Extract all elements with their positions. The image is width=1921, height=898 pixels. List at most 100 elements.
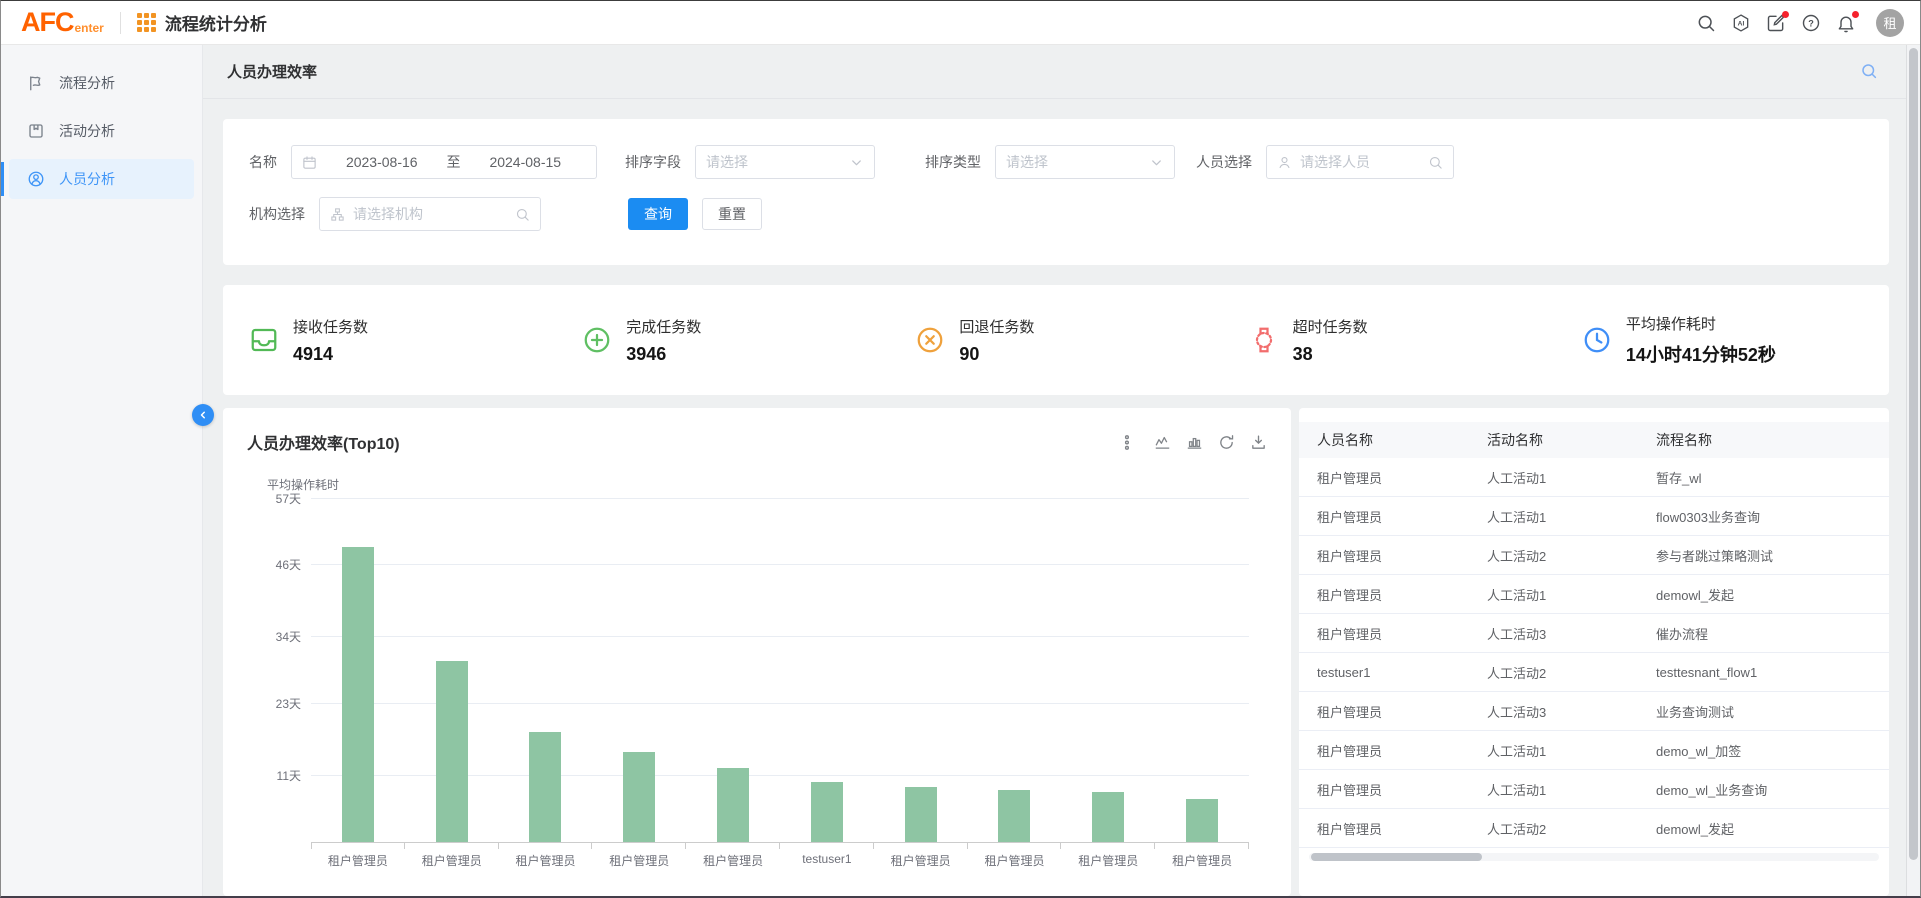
sidebar-item-personnel-analysis[interactable]: 人员分析 <box>1 159 202 199</box>
watch-icon <box>1249 325 1279 355</box>
chart-bar <box>436 661 468 842</box>
sidebar-item-label: 人员分析 <box>59 169 115 189</box>
table-row: 租户管理员人工活动2参与者跳过策略测试 <box>1299 536 1889 575</box>
bar-slot <box>874 499 968 842</box>
table-cell: demowl_发起 <box>1656 819 1889 838</box>
stat-completed-tasks: 完成任务数 3946 <box>556 316 889 365</box>
page-title-bar: 人员办理效率 <box>203 45 1906 99</box>
table-cell: 人工活动1 <box>1487 780 1656 799</box>
chart-bar <box>905 787 937 842</box>
sidebar-item-label: 流程分析 <box>59 73 115 93</box>
data-view-icon[interactable] <box>1122 434 1139 451</box>
person-input[interactable] <box>1300 154 1420 170</box>
app-window: AFC enter 流程统计分析 AI ? 租 <box>0 0 1921 898</box>
logo-text-main: AFC <box>21 9 74 36</box>
compose-icon[interactable] <box>1765 12 1787 34</box>
table-cell: 租户管理员 <box>1317 741 1487 760</box>
scrollbar-thumb[interactable] <box>1909 48 1918 860</box>
stat-label: 接收任务数 <box>293 316 368 337</box>
sort-field-label: 排序字段 <box>625 152 681 172</box>
sort-field-group: 排序字段 请选择 <box>625 145 875 179</box>
reset-button[interactable]: 重置 <box>702 198 762 230</box>
sidebar-collapse-button[interactable] <box>192 404 214 426</box>
x-axis-category-label: 租户管理员 <box>1155 852 1249 869</box>
download-icon[interactable] <box>1250 434 1267 451</box>
org-input[interactable] <box>353 206 507 222</box>
body-row: 流程分析 活动分析 人员分析 人员办理效率 <box>1 45 1920 896</box>
table-cell: 参与者跳过策略测试 <box>1656 546 1889 565</box>
x-axis-category-label: 租户管理员 <box>968 852 1062 869</box>
scrollbar-thumb[interactable] <box>1311 853 1482 861</box>
afc-logo[interactable]: AFC enter <box>21 9 104 36</box>
table-cell: testtesnant_flow1 <box>1656 665 1889 680</box>
table-cell: 人工活动3 <box>1487 702 1656 721</box>
person-select-field[interactable] <box>1266 145 1454 179</box>
date-range-picker[interactable]: 至 <box>291 145 597 179</box>
stat-label: 超时任务数 <box>1293 316 1368 337</box>
top-header-bar: AFC enter 流程统计分析 AI ? 租 <box>1 1 1920 45</box>
x-axis-category-label: 租户管理员 <box>499 852 593 869</box>
stat-value: 4914 <box>293 344 368 365</box>
chart-bar <box>1186 799 1218 842</box>
search-icon[interactable] <box>1695 12 1717 34</box>
chart-plot: 11天23天34天46天57天 <box>311 499 1249 843</box>
bar-chart-icon[interactable] <box>1186 434 1203 451</box>
bar-slot <box>499 499 593 842</box>
restore-icon[interactable] <box>1218 434 1235 451</box>
stat-label: 回退任务数 <box>959 316 1034 337</box>
org-select-field[interactable] <box>319 197 541 231</box>
table-cell: 人工活动2 <box>1487 663 1656 682</box>
y-axis-tick-label: 23天 <box>247 695 301 712</box>
user-avatar[interactable]: 租 <box>1876 9 1904 37</box>
x-axis-category-label: 租户管理员 <box>686 852 780 869</box>
column-header: 活动名称 <box>1487 430 1656 450</box>
date-end-input[interactable] <box>465 154 587 170</box>
table-row: 租户管理员人工活动1flow0303业务查询 <box>1299 497 1889 536</box>
sort-field-select[interactable]: 请选择 <box>695 145 875 179</box>
stat-average-duration: 平均操作耗时 14小时41分钟52秒 <box>1556 313 1889 367</box>
org-label: 机构选择 <box>249 204 305 224</box>
date-start-input[interactable] <box>321 154 443 170</box>
user-circle-icon <box>27 170 45 188</box>
close-circle-icon <box>915 325 945 355</box>
page-title: 人员办理效率 <box>227 61 317 82</box>
stats-card: 接收任务数 4914 完成任务数 3946 <box>223 285 1889 395</box>
stat-value: 14小时41分钟52秒 <box>1626 341 1776 367</box>
line-chart-icon[interactable] <box>1154 434 1171 451</box>
table-cell: 人工活动2 <box>1487 819 1656 838</box>
table-cell: testuser1 <box>1317 665 1487 680</box>
query-button[interactable]: 查询 <box>628 198 688 230</box>
sidebar-item-process-analysis[interactable]: 流程分析 <box>1 63 202 103</box>
bar-slot <box>592 499 686 842</box>
filter-card: 名称 至 排序字段 请选择 <box>223 119 1889 265</box>
y-axis-tick-label: 34天 <box>247 628 301 645</box>
select-placeholder: 请选择 <box>706 152 748 172</box>
svg-text:?: ? <box>1808 18 1814 28</box>
notification-dot <box>1782 11 1789 18</box>
sort-type-select[interactable]: 请选择 <box>995 145 1175 179</box>
bar-slot <box>1155 499 1249 842</box>
sidebar-item-activity-analysis[interactable]: 活动分析 <box>1 111 202 151</box>
divider <box>120 12 121 34</box>
table-row: 租户管理员人工活动1暂存_wl <box>1299 458 1889 497</box>
app-grid-icon[interactable] <box>137 13 156 32</box>
y-axis-tick-label: 11天 <box>247 767 301 784</box>
page-search-icon[interactable] <box>1860 62 1880 82</box>
bookmark-icon <box>27 122 45 140</box>
help-icon[interactable]: ? <box>1800 12 1822 34</box>
sort-type-label: 排序类型 <box>925 152 981 172</box>
chart-bar <box>529 732 561 842</box>
bar-slot <box>1061 499 1155 842</box>
table-cell: flow0303业务查询 <box>1656 507 1889 526</box>
bell-icon[interactable] <box>1835 12 1857 34</box>
table-cell: 租户管理员 <box>1317 819 1487 838</box>
app-title: 流程统计分析 <box>165 10 267 35</box>
chart-bar <box>342 547 374 842</box>
table-cell: 业务查询测试 <box>1656 702 1889 721</box>
x-axis-category-label: 租户管理员 <box>1061 852 1155 869</box>
logo-text-sub: enter <box>75 21 104 35</box>
ai-icon[interactable]: AI <box>1730 12 1752 34</box>
table-cell: 人工活动3 <box>1487 624 1656 643</box>
table-cell: 租户管理员 <box>1317 585 1487 604</box>
y-axis-name: 平均操作耗时 <box>267 476 1267 493</box>
